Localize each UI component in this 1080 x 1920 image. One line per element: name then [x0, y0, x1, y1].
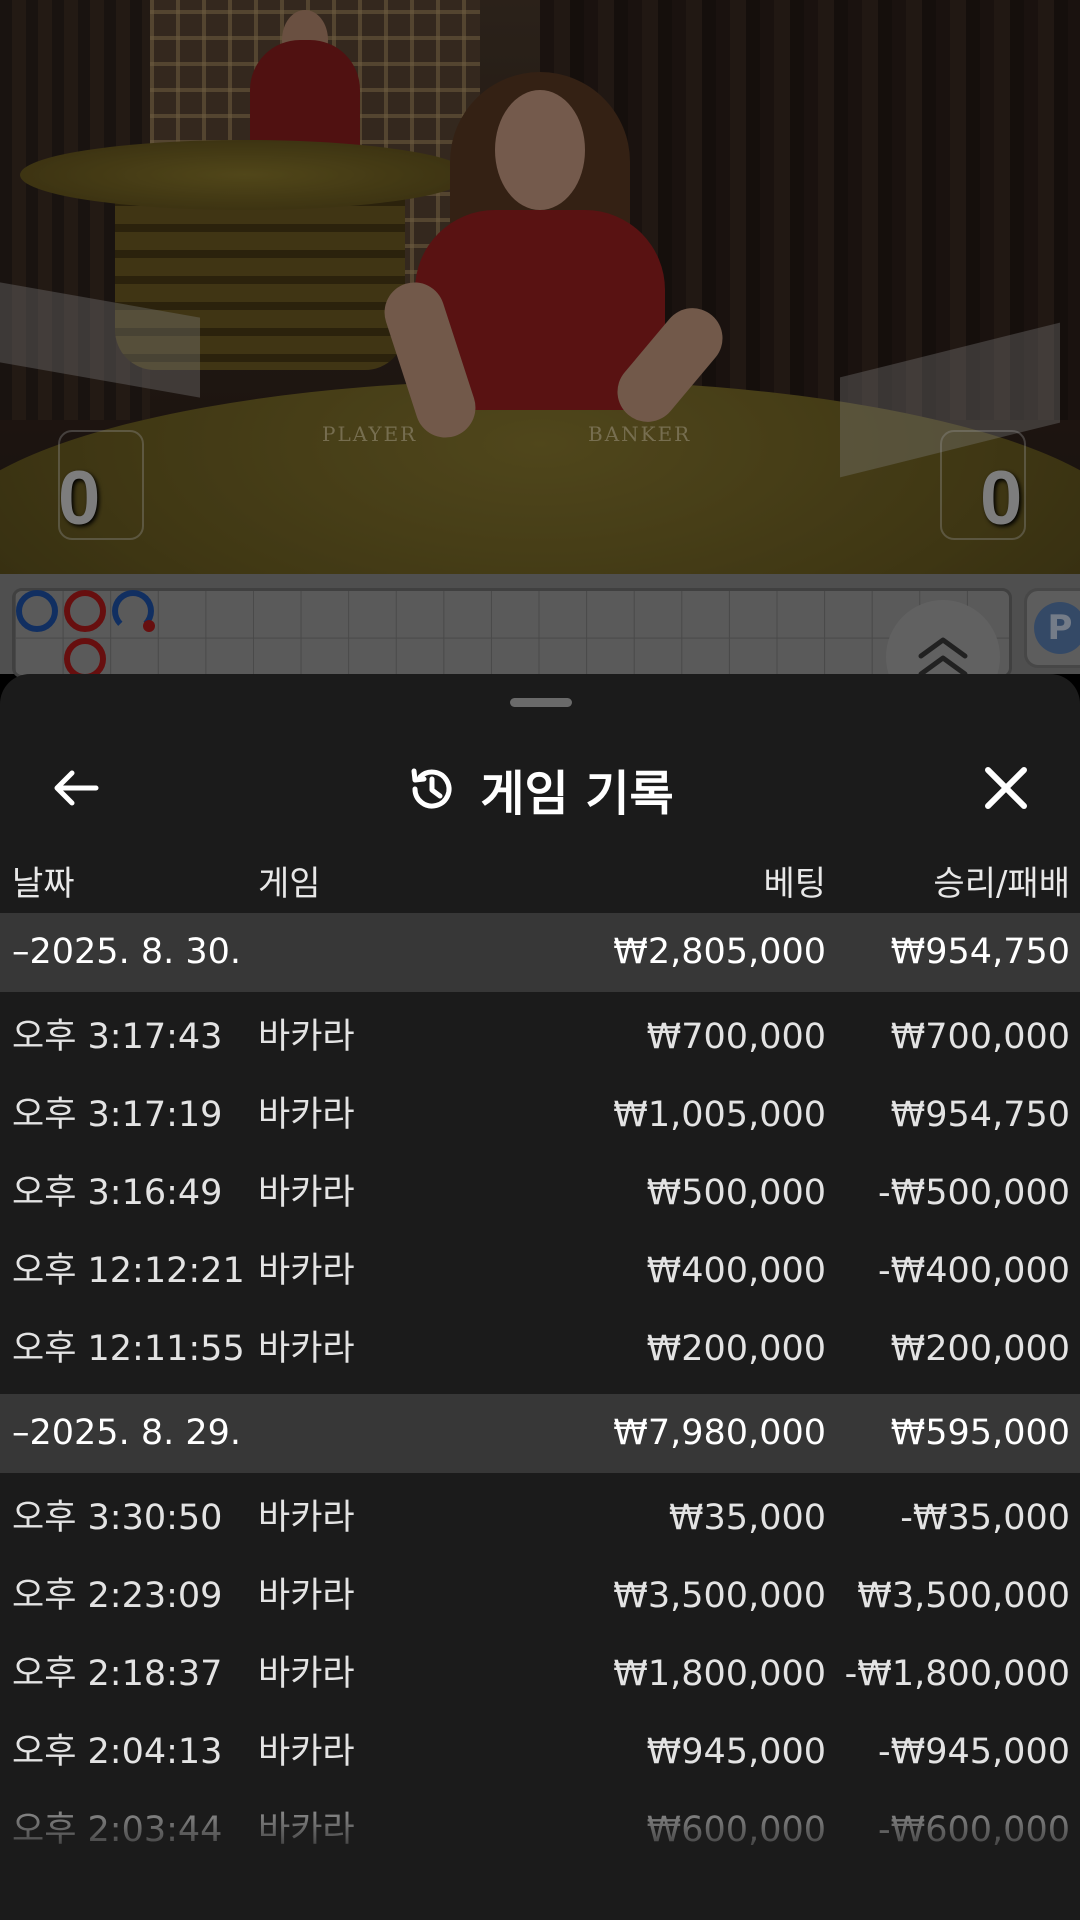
column-header-game: 게임 — [258, 864, 321, 904]
row-game: 바카라 — [258, 1329, 355, 1369]
history-row[interactable]: 오후 3:17:43 바카라 ₩700,000 ₩700,000 — [0, 998, 1080, 1076]
row-result: -₩1,800,000 — [844, 1654, 1070, 1694]
row-time: 오후 2:03:44 — [12, 1810, 223, 1850]
title-group: 게임 기록 — [0, 734, 1080, 844]
row-game: 바카라 — [258, 1654, 355, 1694]
row-time: 오후 2:23:09 — [12, 1576, 223, 1616]
history-row[interactable]: 오후 3:16:49 바카라 ₩500,000 -₩500,000 — [0, 1154, 1080, 1232]
back-button[interactable] — [40, 752, 112, 824]
row-time: 오후 3:17:43 — [12, 1017, 223, 1057]
column-header-bet: 베팅 — [763, 864, 826, 904]
row-game: 바카라 — [258, 1498, 355, 1538]
close-button[interactable] — [970, 752, 1042, 824]
row-result: ₩954,750 — [890, 1095, 1070, 1135]
history-row[interactable]: 오후 12:11:55 바카라 ₩200,000 ₩200,000 — [0, 1310, 1080, 1388]
row-game: 바카라 — [258, 1017, 355, 1057]
background-scrim[interactable] — [0, 0, 1080, 700]
history-row[interactable]: 오후 3:30:50 바카라 ₩35,000 -₩35,000 — [0, 1479, 1080, 1557]
row-time: 오후 12:12:21 — [12, 1251, 245, 1291]
column-header-date: 날짜 — [12, 864, 75, 904]
game-history-sheet: 게임 기록 날짜 게임 베팅 승리/패배 –2025. 8. 30. ₩2,80… — [0, 674, 1080, 1920]
sheet-drag-handle[interactable] — [510, 698, 572, 707]
row-result: -₩945,000 — [878, 1732, 1070, 1772]
row-time: 오후 3:17:19 — [12, 1095, 223, 1135]
group-bet-total: ₩7,980,000 — [613, 1413, 826, 1453]
row-bet: ₩945,000 — [646, 1732, 826, 1772]
sheet-header: 게임 기록 — [0, 734, 1080, 844]
history-row[interactable]: 오후 2:04:13 바카라 ₩945,000 -₩945,000 — [0, 1713, 1080, 1791]
row-game: 바카라 — [258, 1095, 355, 1135]
row-result: -₩500,000 — [878, 1173, 1070, 1213]
history-row[interactable]: 오후 2:03:44 바카라 ₩600,000 -₩600,000 — [0, 1791, 1080, 1869]
row-bet: ₩200,000 — [646, 1329, 826, 1369]
row-game: 바카라 — [258, 1576, 355, 1616]
group-bet-total: ₩2,805,000 — [613, 932, 826, 972]
row-bet: ₩3,500,000 — [613, 1576, 826, 1616]
date-group-header[interactable]: –2025. 8. 29. ₩7,980,000 ₩595,000 — [0, 1394, 1080, 1473]
date-group-header[interactable]: –2025. 8. 30. ₩2,805,000 ₩954,750 — [0, 913, 1080, 992]
row-game: 바카라 — [258, 1251, 355, 1291]
row-bet: ₩1,005,000 — [613, 1095, 826, 1135]
row-bet: ₩600,000 — [646, 1810, 826, 1850]
history-row[interactable]: 오후 2:18:37 바카라 ₩1,800,000 -₩1,800,000 — [0, 1635, 1080, 1713]
column-header-result: 승리/패배 — [933, 864, 1070, 904]
history-row[interactable]: 오후 12:12:21 바카라 ₩400,000 -₩400,000 — [0, 1232, 1080, 1310]
row-result: ₩700,000 — [890, 1017, 1070, 1057]
row-bet: ₩700,000 — [646, 1017, 826, 1057]
row-time: 오후 2:18:37 — [12, 1654, 223, 1694]
row-bet: ₩1,800,000 — [613, 1654, 826, 1694]
row-time: 오후 3:16:49 — [12, 1173, 223, 1213]
arrow-left-icon — [54, 770, 99, 806]
row-bet: ₩500,000 — [646, 1173, 826, 1213]
row-result: -₩400,000 — [878, 1251, 1070, 1291]
row-result: -₩600,000 — [878, 1810, 1070, 1850]
row-game: 바카라 — [258, 1732, 355, 1772]
history-list: –2025. 8. 30. ₩2,805,000 ₩954,750 오후 3:1… — [0, 913, 1080, 1875]
close-icon — [985, 767, 1027, 809]
sheet-title: 게임 기록 — [480, 766, 674, 822]
column-headers: 날짜 게임 베팅 승리/패배 — [0, 844, 1080, 924]
group-rows: 오후 3:17:43 바카라 ₩700,000 ₩700,000 오후 3:17… — [0, 992, 1080, 1394]
history-icon — [411, 768, 452, 809]
row-bet: ₩400,000 — [646, 1251, 826, 1291]
group-rows: 오후 3:30:50 바카라 ₩35,000 -₩35,000 오후 2:23:… — [0, 1473, 1080, 1875]
group-result-total: ₩954,750 — [890, 932, 1070, 972]
history-row[interactable]: 오후 3:17:19 바카라 ₩1,005,000 ₩954,750 — [0, 1076, 1080, 1154]
row-result: ₩3,500,000 — [857, 1576, 1070, 1616]
row-game: 바카라 — [258, 1173, 355, 1213]
group-date: –2025. 8. 29. — [12, 1413, 242, 1453]
row-time: 오후 12:11:55 — [12, 1329, 245, 1369]
group-date: –2025. 8. 30. — [12, 932, 242, 972]
group-result-total: ₩595,000 — [890, 1413, 1070, 1453]
row-time: 오후 3:30:50 — [12, 1498, 223, 1538]
row-result: ₩200,000 — [890, 1329, 1070, 1369]
row-result: -₩35,000 — [900, 1498, 1070, 1538]
row-game: 바카라 — [258, 1810, 355, 1850]
row-bet: ₩35,000 — [668, 1498, 826, 1538]
row-time: 오후 2:04:13 — [12, 1732, 223, 1772]
history-row[interactable]: 오후 2:23:09 바카라 ₩3,500,000 ₩3,500,000 — [0, 1557, 1080, 1635]
